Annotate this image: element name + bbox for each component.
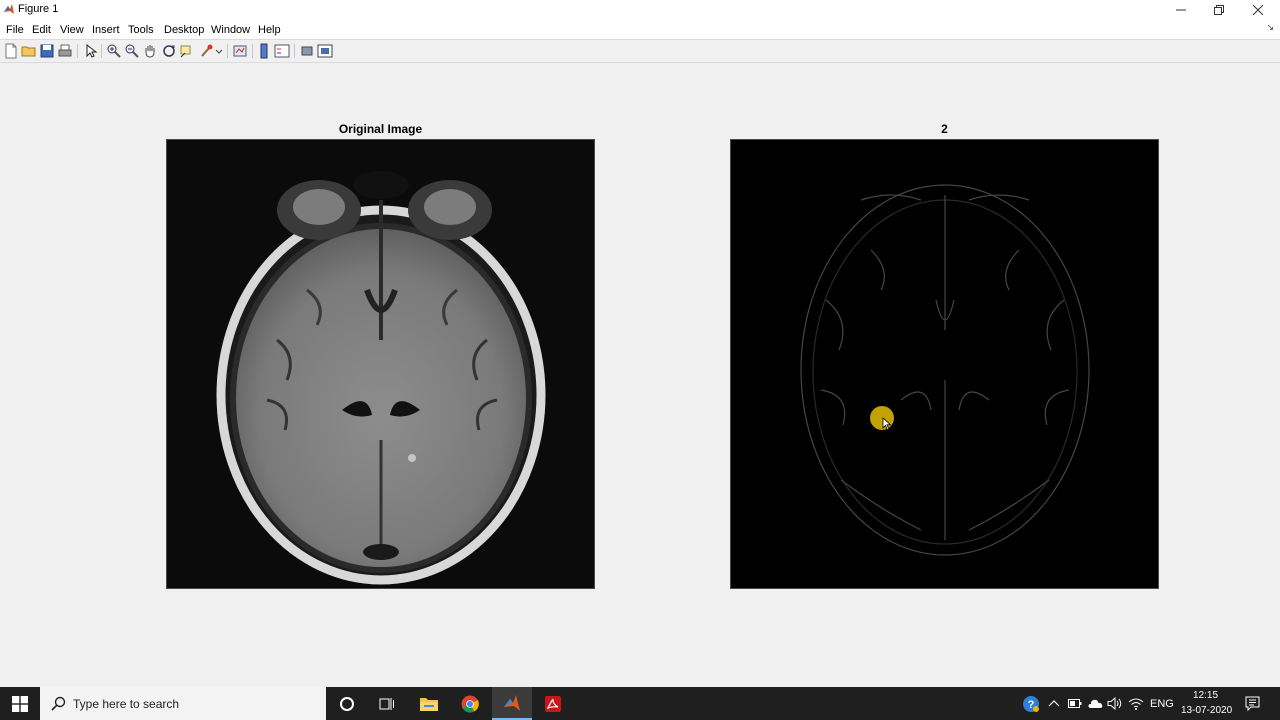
restore-button[interactable]	[1200, 0, 1238, 20]
axes-title-original: Original Image	[338, 122, 423, 136]
input-language[interactable]: ENG	[1150, 698, 1174, 710]
axes-title-result: 2	[941, 122, 948, 136]
chrome-button[interactable]	[450, 687, 490, 720]
matlab-icon	[4, 4, 14, 14]
zoom-in-icon[interactable]	[106, 43, 122, 59]
edge-detected-image	[731, 140, 1158, 588]
taskbar: Type here to search ? ENG 12:15 13-07-20…	[0, 687, 1280, 720]
toolbar-divider	[101, 44, 102, 58]
colorbar-icon[interactable]	[256, 43, 272, 59]
chrome-icon	[461, 695, 479, 713]
toolbar-divider	[252, 44, 253, 58]
brain-mri-image	[167, 140, 594, 588]
close-icon	[1253, 5, 1263, 15]
cortana-button[interactable]	[327, 687, 367, 720]
start-button[interactable]	[0, 687, 40, 720]
zoom-out-icon[interactable]	[124, 43, 140, 59]
battery-icon[interactable]	[1068, 698, 1082, 709]
menu-tools[interactable]: Tools	[128, 24, 154, 36]
hide-plot-tools-icon[interactable]	[299, 43, 315, 59]
wifi-icon[interactable]	[1128, 697, 1144, 710]
chevron-up-icon[interactable]	[1048, 698, 1060, 708]
title-bar: Figure 1	[0, 0, 1280, 20]
window-title: Figure 1	[18, 3, 59, 15]
acrobat-button[interactable]	[533, 687, 573, 720]
search-icon	[51, 696, 66, 711]
search-placeholder: Type here to search	[73, 697, 180, 711]
result-image-axes[interactable]	[730, 139, 1159, 589]
restore-icon	[1214, 5, 1224, 15]
menu-help[interactable]: Help	[258, 24, 281, 36]
menu-edit[interactable]: Edit	[32, 24, 51, 36]
menu-view[interactable]: View	[60, 24, 84, 36]
original-image-axes[interactable]	[166, 139, 595, 589]
clock-date[interactable]: 13-07-2020	[1181, 705, 1232, 716]
data-cursor-icon[interactable]	[179, 43, 195, 59]
toolbar-divider	[294, 44, 295, 58]
windows-logo-icon	[12, 695, 28, 712]
taskbar-search-box[interactable]: Type here to search	[40, 687, 326, 720]
open-file-icon[interactable]	[21, 43, 37, 59]
volume-icon[interactable]	[1107, 697, 1123, 710]
rotate-3d-icon[interactable]	[161, 43, 177, 59]
show-plot-tools-icon[interactable]	[317, 43, 333, 59]
menu-desktop[interactable]: Desktop	[164, 24, 204, 36]
help-icon[interactable]: ?	[1022, 695, 1040, 713]
matlab-icon	[504, 694, 520, 711]
notifications-icon[interactable]	[1245, 696, 1260, 711]
minimize-icon	[1176, 9, 1186, 11]
chevron-down-icon[interactable]	[215, 43, 223, 59]
menu-insert[interactable]: Insert	[92, 24, 120, 36]
task-view-icon	[379, 697, 394, 710]
brush-icon[interactable]	[199, 43, 215, 59]
clock-time[interactable]: 12:15	[1193, 690, 1218, 701]
menu-bar: File Edit View Insert Tools Desktop Wind…	[0, 20, 1280, 39]
matlab-taskbar-button[interactable]	[492, 687, 532, 720]
onedrive-cloud-icon[interactable]	[1087, 698, 1103, 709]
task-view-button[interactable]	[367, 687, 407, 720]
menu-window[interactable]: Window	[211, 24, 250, 36]
toolbar-divider	[227, 44, 228, 58]
figure-toolbar	[0, 39, 1280, 63]
cursor-highlight-icon	[870, 406, 894, 431]
pan-icon[interactable]	[142, 43, 158, 59]
menu-file[interactable]: File	[6, 24, 24, 36]
edit-plot-icon[interactable]	[83, 43, 99, 59]
folder-icon	[420, 697, 438, 711]
legend-icon[interactable]	[274, 43, 290, 59]
toolbar-divider	[77, 44, 78, 58]
save-icon[interactable]	[39, 43, 55, 59]
close-button[interactable]	[1239, 0, 1277, 20]
acrobat-icon	[545, 695, 561, 712]
link-plot-icon[interactable]	[232, 43, 248, 59]
minimize-button[interactable]	[1162, 0, 1200, 20]
print-icon[interactable]	[57, 43, 73, 59]
cortana-circle-icon	[340, 696, 354, 711]
new-figure-icon[interactable]	[3, 43, 19, 59]
dock-arrow-icon[interactable]: ↘	[1266, 22, 1274, 33]
file-explorer-button[interactable]	[409, 687, 449, 720]
